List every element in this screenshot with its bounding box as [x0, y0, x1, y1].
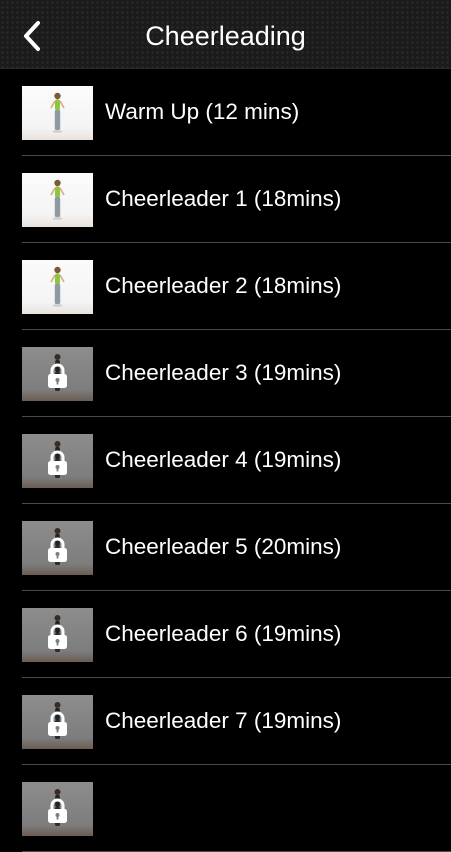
workout-thumbnail-locked — [22, 521, 93, 575]
workout-thumbnail-locked — [22, 347, 93, 401]
navigation-bar: Cheerleading — [0, 0, 451, 69]
workout-label: Cheerleader 6 (19mins) — [105, 621, 342, 646]
workout-list: Warm Up (12 mins) Cheerleader 1 (18mins) C… — [0, 69, 451, 852]
workout-thumbnail-locked — [22, 695, 93, 749]
workout-label: Cheerleader 5 (20mins) — [105, 534, 342, 559]
lock-icon — [48, 624, 67, 649]
lock-icon — [48, 711, 67, 736]
workout-row[interactable]: Cheerleader 4 (19mins) — [22, 417, 451, 504]
lock-icon — [48, 537, 67, 562]
workout-label: Cheerleader 4 (19mins) — [105, 447, 342, 472]
workout-thumbnail — [22, 260, 93, 314]
page-title: Cheerleading — [145, 21, 306, 51]
workout-thumbnail-locked — [22, 434, 93, 488]
workout-row[interactable]: Cheerleader 6 (19mins) — [22, 591, 451, 678]
lock-icon — [48, 450, 67, 475]
workout-thumbnail-locked — [22, 608, 93, 662]
lock-icon — [48, 363, 67, 388]
workout-label: Cheerleader 7 (19mins) — [105, 708, 342, 733]
workout-label: Warm Up (12 mins) — [105, 99, 300, 124]
workout-label: Cheerleader 2 (18mins) — [105, 273, 342, 298]
workout-thumbnail — [22, 173, 93, 227]
workout-row[interactable]: Cheerleader 3 (19mins) — [22, 330, 451, 417]
workout-row[interactable]: Cheerleader 2 (18mins) — [22, 243, 451, 330]
lock-icon — [48, 798, 67, 823]
workout-row[interactable]: Cheerleader 1 (18mins) — [22, 156, 451, 243]
workout-thumbnail — [22, 86, 93, 140]
workout-row[interactable]: Cheerleader 5 (20mins) — [22, 504, 451, 591]
workout-row[interactable] — [22, 765, 451, 852]
workout-label: Cheerleader 1 (18mins) — [105, 186, 342, 211]
workout-row[interactable]: Warm Up (12 mins) — [22, 69, 451, 156]
chevron-left-icon — [24, 21, 40, 51]
back-button[interactable] — [14, 18, 50, 54]
workout-row[interactable]: Cheerleader 7 (19mins) — [22, 678, 451, 765]
workout-label: Cheerleader 3 (19mins) — [105, 360, 342, 385]
workout-thumbnail-locked — [22, 782, 93, 836]
